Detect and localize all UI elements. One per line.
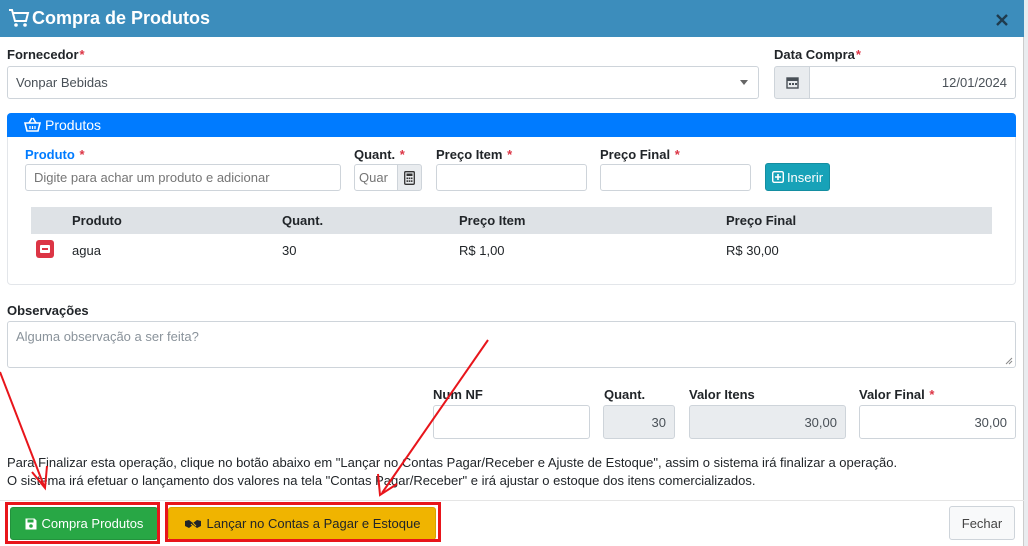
observacoes-textarea[interactable]: Alguma observação a ser feita? bbox=[7, 321, 1016, 368]
cell-preco-item: R$ 1,00 bbox=[459, 243, 505, 258]
data-compra-input[interactable]: 12/01/2024 bbox=[809, 66, 1016, 99]
column-preco-final: Preço Final bbox=[726, 213, 797, 228]
close-icon[interactable] bbox=[994, 12, 1010, 28]
valor-final-label: Valor Final * bbox=[859, 387, 935, 402]
fechar-label: Fechar bbox=[961, 515, 1003, 531]
produtos-card-header: Produtos bbox=[7, 113, 1016, 137]
num-nf-input[interactable] bbox=[433, 405, 590, 439]
valor-itens-field: 30,00 bbox=[689, 405, 846, 439]
quant-label: Quant. * bbox=[354, 147, 405, 162]
cell-quant: 30 bbox=[282, 243, 297, 258]
cell-preco-final: R$ 30,00 bbox=[726, 243, 779, 258]
footer-divider bbox=[0, 500, 1024, 501]
observacoes-label: Observações bbox=[7, 303, 89, 318]
total-quant-label: Quant. bbox=[604, 387, 646, 402]
fornecedor-select[interactable]: Vonpar Bebidas bbox=[7, 66, 759, 99]
preco-final-label: Preço Final * bbox=[600, 147, 680, 162]
observacoes-placeholder: Alguma observação a ser feita? bbox=[16, 329, 199, 344]
preco-final-input[interactable] bbox=[600, 164, 751, 191]
modal-title: Compra de Produtos bbox=[32, 8, 211, 28]
calculator-button[interactable] bbox=[397, 164, 422, 191]
annotation-box-compra bbox=[5, 502, 160, 544]
fechar-button[interactable]: Fechar bbox=[949, 506, 1015, 540]
calendar-icon bbox=[785, 77, 799, 89]
inserir-label: Inserir bbox=[786, 169, 824, 185]
minus-square-icon bbox=[40, 245, 50, 253]
total-quant-field: 30 bbox=[603, 405, 675, 439]
data-compra-label: Data Compra* bbox=[774, 47, 861, 62]
num-nf-label: Num NF bbox=[433, 387, 483, 402]
instruction-text: Para Finalizar esta operação, clique no … bbox=[7, 454, 1017, 490]
cell-produto: agua bbox=[72, 243, 101, 258]
valor-itens-label: Valor Itens bbox=[689, 387, 755, 402]
cart-icon bbox=[9, 9, 30, 27]
produtos-table-header: Produto Quant. Preço Item Preço Final bbox=[31, 207, 992, 234]
instruction-line-2: O sistema irá efetuar o lançamento dos v… bbox=[7, 473, 756, 488]
inserir-button[interactable]: Inserir bbox=[765, 163, 830, 191]
produto-label: Produto * bbox=[25, 147, 85, 162]
resize-grip-icon[interactable] bbox=[1005, 357, 1013, 365]
produtos-card-title: Produtos bbox=[45, 117, 102, 133]
calendar-addon[interactable] bbox=[774, 66, 810, 99]
column-produto: Produto bbox=[72, 213, 122, 228]
preco-item-input[interactable] bbox=[436, 164, 587, 191]
calculator-icon bbox=[404, 170, 415, 185]
preco-item-label: Preço Item * bbox=[436, 147, 513, 162]
table-row: agua 30 R$ 1,00 R$ 30,00 bbox=[31, 235, 992, 265]
remove-item-button[interactable] bbox=[36, 240, 54, 258]
data-compra-value: 12/01/2024 bbox=[941, 75, 1007, 90]
quant-input[interactable] bbox=[354, 164, 398, 191]
instruction-line-1: Para Finalizar esta operação, clique no … bbox=[7, 455, 898, 470]
basket-icon bbox=[24, 117, 41, 132]
chevron-down-icon bbox=[740, 80, 748, 85]
produto-search-input[interactable] bbox=[25, 164, 341, 191]
page-background-edge bbox=[1024, 0, 1028, 546]
column-preco-item: Preço Item bbox=[459, 213, 526, 228]
compra-produtos-modal: Compra de Produtos Fornecedor* Vonpar Be… bbox=[0, 0, 1024, 546]
fornecedor-value: Vonpar Bebidas bbox=[16, 75, 108, 90]
annotation-box-lancar bbox=[165, 502, 441, 542]
modal-header: Compra de Produtos bbox=[0, 0, 1024, 37]
plus-square-icon bbox=[771, 171, 784, 183]
fornecedor-label: Fornecedor* bbox=[7, 47, 85, 62]
valor-final-input[interactable]: 30,00 bbox=[859, 405, 1016, 439]
column-quant: Quant. bbox=[282, 213, 324, 228]
